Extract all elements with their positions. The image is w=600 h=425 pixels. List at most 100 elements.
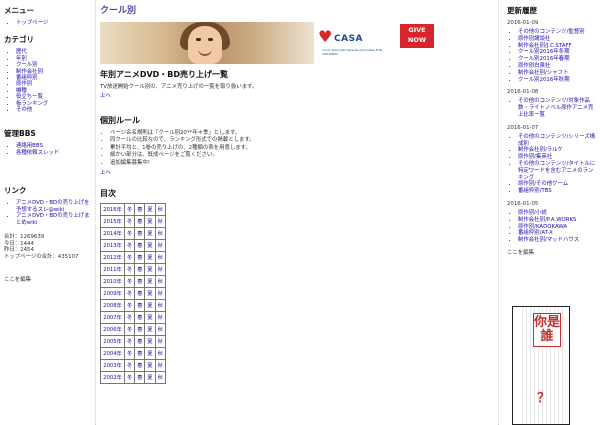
toc-season-link[interactable]: 夏 xyxy=(147,267,152,273)
toc-season-link[interactable]: 夏 xyxy=(147,339,152,345)
toc-season-link[interactable]: 夏 xyxy=(147,279,152,285)
edit-link-left[interactable]: ここを編集 xyxy=(4,277,31,283)
toc-season-link[interactable]: 秋 xyxy=(158,219,163,225)
toc-season-link[interactable]: 冬 xyxy=(127,207,132,213)
toc-season-link[interactable]: 夏 xyxy=(147,219,152,225)
update-link[interactable]: 原作別/その他ゲーム xyxy=(518,181,568,187)
toc-season-link[interactable]: 夏 xyxy=(147,375,152,381)
toc-year-link[interactable]: 2006年 xyxy=(103,327,121,333)
toc-season-link[interactable]: 冬 xyxy=(127,303,132,309)
toc-season-link[interactable]: 冬 xyxy=(127,255,132,261)
update-link[interactable]: 原作別白泉社 xyxy=(518,63,550,69)
manga-ad-image[interactable]: 你是誰 ？ xyxy=(512,306,570,425)
toc-season-link[interactable]: 春 xyxy=(137,255,142,261)
toc-season-link[interactable]: 秋 xyxy=(158,315,163,321)
toc-season-link[interactable]: 冬 xyxy=(127,291,132,297)
category-link[interactable]: 役立ち一覧 xyxy=(16,94,43,100)
back-to-top-link[interactable]: 上へ xyxy=(100,93,494,100)
update-link[interactable]: 番組枠別/TBS xyxy=(518,188,552,194)
toc-year-link[interactable]: 2013年 xyxy=(103,243,121,249)
toc-season-link[interactable]: 春 xyxy=(137,303,142,309)
category-link[interactable]: クール別 xyxy=(16,62,38,68)
toc-season-link[interactable]: 夏 xyxy=(147,303,152,309)
toc-season-link[interactable]: 春 xyxy=(137,207,142,213)
update-link[interactable]: その他のコンテンツ/タイトルに特定ワードを含むアニメのランキング xyxy=(518,161,595,181)
category-link[interactable]: 制作会社別 xyxy=(16,69,43,75)
toc-season-link[interactable]: 夏 xyxy=(147,231,152,237)
toc-season-link[interactable]: 秋 xyxy=(158,207,163,213)
update-link[interactable]: 原作別/集英社 xyxy=(518,154,552,160)
update-link[interactable]: 原作別講談社 xyxy=(518,36,550,42)
toc-year-link[interactable]: 2014年 xyxy=(103,231,121,237)
category-link[interactable]: 機種 xyxy=(16,88,27,94)
toc-season-link[interactable]: 冬 xyxy=(127,363,132,369)
update-link[interactable]: 制作会社別/ラルケ xyxy=(518,147,563,153)
toc-season-link[interactable]: 秋 xyxy=(158,267,163,273)
toc-season-link[interactable]: 夏 xyxy=(147,327,152,333)
toc-year-link[interactable]: 2002年 xyxy=(103,375,121,381)
toc-season-link[interactable]: 秋 xyxy=(158,291,163,297)
toc-season-link[interactable]: 冬 xyxy=(127,351,132,357)
toc-season-link[interactable]: 夏 xyxy=(147,291,152,297)
category-link[interactable]: 歴代 xyxy=(16,49,27,55)
update-link[interactable]: 制作会社別/シャフト xyxy=(518,70,568,76)
toc-season-link[interactable]: 秋 xyxy=(158,327,163,333)
toc-season-link[interactable]: 夏 xyxy=(147,351,152,357)
toc-season-link[interactable]: 春 xyxy=(137,219,142,225)
update-link[interactable]: その他のコンテンツ/監督別 xyxy=(518,29,585,35)
update-link[interactable]: 番組枠別/AT-X xyxy=(518,230,553,236)
toc-season-link[interactable]: 冬 xyxy=(127,279,132,285)
toc-year-link[interactable]: 2005年 xyxy=(103,339,121,345)
toc-season-link[interactable]: 秋 xyxy=(158,279,163,285)
toc-season-link[interactable]: 秋 xyxy=(158,375,163,381)
category-link[interactable]: 年別 xyxy=(16,56,27,62)
toc-year-link[interactable]: 2007年 xyxy=(103,315,121,321)
toc-year-link[interactable]: 2011年 xyxy=(103,267,121,273)
toc-season-link[interactable]: 春 xyxy=(137,243,142,249)
toc-season-link[interactable]: 春 xyxy=(137,291,142,297)
toc-season-link[interactable]: 春 xyxy=(137,267,142,273)
toc-season-link[interactable]: 冬 xyxy=(127,315,132,321)
toc-season-link[interactable]: 春 xyxy=(137,363,142,369)
toc-season-link[interactable]: 春 xyxy=(137,231,142,237)
toc-season-link[interactable]: 春 xyxy=(137,375,142,381)
toc-season-link[interactable]: 冬 xyxy=(127,327,132,333)
toc-season-link[interactable]: 夏 xyxy=(147,315,152,321)
edit-link-right[interactable]: ここを編集 xyxy=(507,250,598,257)
give-now-button[interactable]: GIVE NOW xyxy=(400,24,434,48)
toc-season-link[interactable]: 春 xyxy=(137,279,142,285)
external-link[interactable]: アニメDVD・BDの売り上げを予想するスレ@wiki xyxy=(16,200,90,212)
category-link[interactable]: 板ランキング xyxy=(16,101,48,107)
toc-year-link[interactable]: 2003年 xyxy=(103,363,121,369)
toc-year-link[interactable]: 2015年 xyxy=(103,219,121,225)
bbs-link[interactable]: 各種依頼スレッド xyxy=(16,150,59,156)
toc-season-link[interactable]: 秋 xyxy=(158,231,163,237)
update-link[interactable]: 原作別/小説 xyxy=(518,210,547,216)
toc-year-link[interactable]: 2004年 xyxy=(103,351,121,357)
toc-season-link[interactable]: 冬 xyxy=(127,243,132,249)
toc-season-link[interactable]: 冬 xyxy=(127,339,132,345)
category-link[interactable]: その他 xyxy=(16,107,32,113)
update-link[interactable]: 制作会社別/J.C.STAFF xyxy=(518,43,572,49)
toc-year-link[interactable]: 2012年 xyxy=(103,255,121,261)
toc-season-link[interactable]: 秋 xyxy=(158,363,163,369)
toc-season-link[interactable]: 冬 xyxy=(127,375,132,381)
toc-season-link[interactable]: 夏 xyxy=(147,207,152,213)
toc-season-link[interactable]: 冬 xyxy=(127,219,132,225)
toc-season-link[interactable]: 夏 xyxy=(147,243,152,249)
toc-season-link[interactable]: 春 xyxy=(137,351,142,357)
toc-season-link[interactable]: 秋 xyxy=(158,255,163,261)
back-to-top-link[interactable]: 上へ xyxy=(100,170,494,177)
ad-banner[interactable]: ♥ CASA Court Appointed Special Advocates… xyxy=(100,22,392,64)
toc-season-link[interactable]: 春 xyxy=(137,315,142,321)
toc-season-link[interactable]: 秋 xyxy=(158,339,163,345)
toc-season-link[interactable]: 春 xyxy=(137,327,142,333)
external-link[interactable]: アニメDVD・BDの売り上げまとめwiki xyxy=(16,213,90,225)
toc-year-link[interactable]: 2010年 xyxy=(103,279,121,285)
update-link[interactable]: 制作会社別/P.A.WORKS xyxy=(518,217,576,223)
update-link[interactable]: 制作会社別/マッドハウス xyxy=(518,237,579,243)
toc-season-link[interactable]: 冬 xyxy=(127,231,132,237)
toc-year-link[interactable]: 2016年 xyxy=(103,207,121,213)
toc-season-link[interactable]: 春 xyxy=(137,339,142,345)
toc-season-link[interactable]: 夏 xyxy=(147,363,152,369)
